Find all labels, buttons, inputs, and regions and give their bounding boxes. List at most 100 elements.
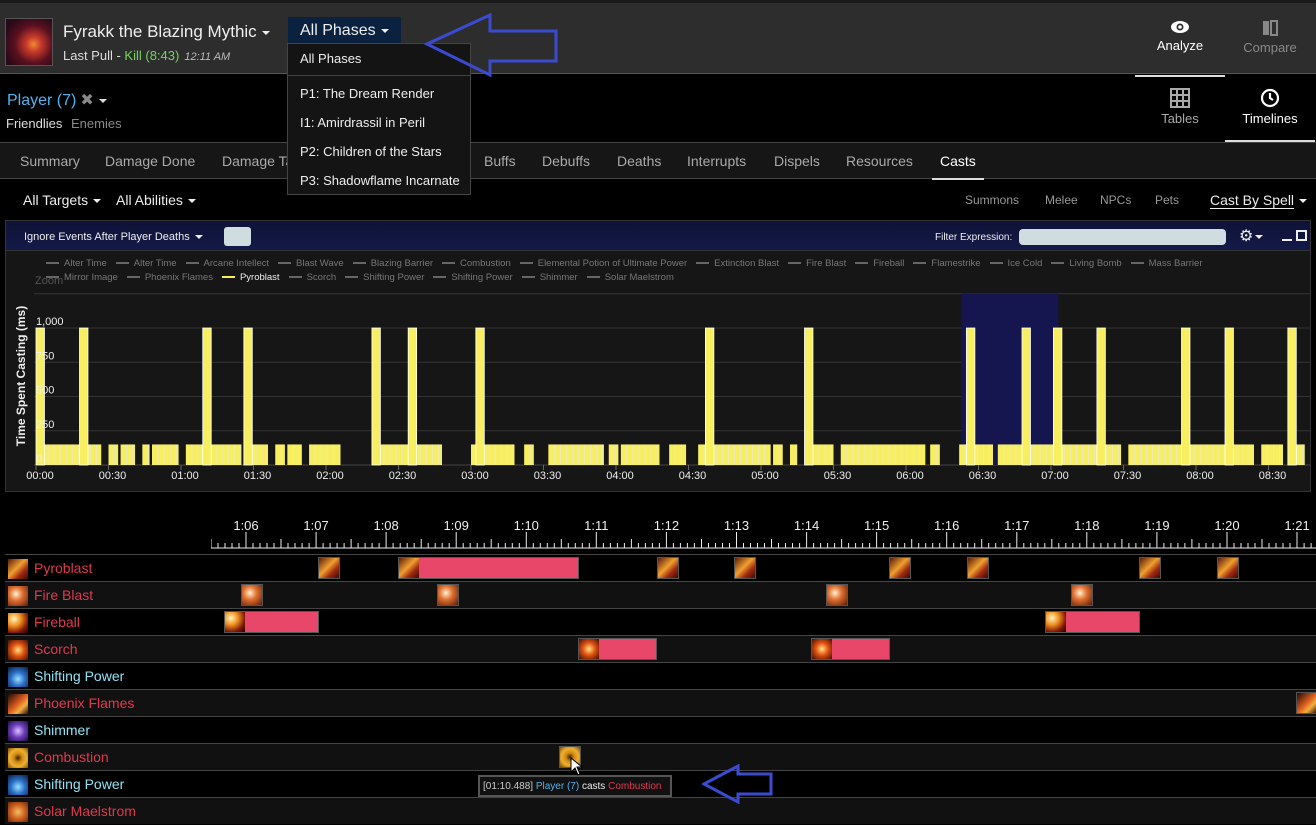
- cast-event[interactable]: [1217, 557, 1240, 579]
- cast-event[interactable]: [733, 557, 756, 579]
- spell-name[interactable]: Phoenix Flames: [34, 695, 134, 711]
- tab-casts[interactable]: Casts: [932, 153, 984, 180]
- legend-item[interactable]: Blast Wave: [278, 257, 344, 271]
- remove-icon[interactable]: ✖: [80, 92, 93, 109]
- legend-item[interactable]: Shimmer: [521, 271, 578, 285]
- tab-debuffs[interactable]: Debuffs: [542, 153, 590, 169]
- cast-event[interactable]: [1070, 584, 1093, 606]
- legend-item[interactable]: Flamestrike: [913, 257, 981, 271]
- phase-option-p3[interactable]: P3: Shadowflame Incarnate: [288, 166, 470, 195]
- view-tables[interactable]: Tables: [1135, 88, 1225, 142]
- phase-selector[interactable]: All Phases: [288, 17, 401, 46]
- tab-buffs[interactable]: Buffs: [484, 153, 516, 169]
- legend-item[interactable]: Extinction Blast: [696, 257, 779, 271]
- cast-by-selector[interactable]: Cast By Spell: [1210, 192, 1308, 209]
- pyroblast-cast-bar[interactable]: [1181, 327, 1191, 466]
- cast-event[interactable]: [1295, 692, 1316, 714]
- cast-event[interactable]: [437, 584, 460, 606]
- summons-toggle[interactable]: Summons: [965, 193, 1019, 207]
- legend-item[interactable]: Alter Time: [115, 257, 177, 271]
- pyroblast-cast-bar[interactable]: [35, 327, 45, 466]
- cast-event[interactable]: [1044, 611, 1141, 633]
- targets-filter[interactable]: All Targets: [23, 192, 102, 208]
- cast-event[interactable]: [578, 638, 658, 660]
- enemies-link[interactable]: Enemies: [71, 116, 122, 131]
- spell-name[interactable]: Fireball: [34, 614, 80, 630]
- pyroblast-cast-bar[interactable]: [1287, 327, 1297, 466]
- boss-selector[interactable]: Fyrakk the Blazing Mythic: [63, 22, 270, 42]
- short-cast-bar[interactable]: [669, 444, 687, 465]
- phase-option-p2[interactable]: P2: Children of the Stars: [288, 137, 470, 166]
- tab-deaths[interactable]: Deaths: [617, 153, 661, 169]
- cast-event[interactable]: [826, 584, 849, 606]
- short-cast-bar[interactable]: [959, 444, 993, 465]
- legend-item[interactable]: Mass Barrier: [1130, 257, 1202, 271]
- short-cast-bar[interactable]: [371, 444, 442, 465]
- spell-name[interactable]: Shimmer: [34, 722, 90, 738]
- tab-interrupts[interactable]: Interrupts: [687, 153, 746, 169]
- filter-expression-input[interactable]: [1019, 229, 1226, 245]
- cast-event[interactable]: [241, 584, 264, 606]
- spell-name[interactable]: Shifting Power: [34, 668, 124, 684]
- pyroblast-cast-bar[interactable]: [705, 327, 715, 466]
- legend-item[interactable]: Fire Blast: [788, 257, 846, 271]
- legend-item[interactable]: Scorch: [288, 271, 336, 285]
- legend-item[interactable]: Combustion: [442, 257, 511, 271]
- legend-item[interactable]: Elemental Potion of Ultimate Power: [519, 257, 687, 271]
- legend-item[interactable]: Blazing Barrier: [352, 257, 433, 271]
- legend-item[interactable]: Alter Time: [46, 257, 107, 271]
- legend-item[interactable]: Living Bomb: [1051, 257, 1122, 271]
- pyroblast-cast-bar[interactable]: [475, 327, 485, 466]
- player-selector[interactable]: Player (7) ✖: [7, 90, 107, 110]
- melee-toggle[interactable]: Melee: [1045, 193, 1078, 207]
- tab-summary[interactable]: Summary: [20, 153, 80, 169]
- legend-item[interactable]: Phoenix Flames: [126, 271, 213, 285]
- legend-item[interactable]: Shifting Power: [433, 271, 513, 285]
- pyroblast-cast-bar[interactable]: [1096, 327, 1106, 466]
- pets-toggle[interactable]: Pets: [1155, 193, 1179, 207]
- short-cast-bar[interactable]: [773, 444, 783, 465]
- abilities-filter[interactable]: All Abilities: [116, 192, 196, 208]
- short-cast-bar[interactable]: [185, 444, 242, 465]
- pyroblast-cast-bar[interactable]: [79, 327, 89, 466]
- tab-damage-done[interactable]: Damage Done: [105, 153, 195, 169]
- spell-name[interactable]: Scorch: [34, 641, 78, 657]
- pyroblast-cast-bar[interactable]: [371, 327, 381, 466]
- short-cast-bar[interactable]: [152, 444, 179, 465]
- spell-name[interactable]: Solar Maelstrom: [34, 803, 136, 819]
- legend-item[interactable]: Mirror Image: [46, 271, 118, 285]
- spell-name[interactable]: Fire Blast: [34, 587, 93, 603]
- spell-name[interactable]: Pyroblast: [34, 560, 92, 576]
- short-cast-bar[interactable]: [309, 444, 341, 465]
- pyroblast-cast-bar[interactable]: [243, 327, 253, 466]
- nav-compare[interactable]: Compare: [1225, 19, 1315, 55]
- settings-menu[interactable]: ⚙: [1239, 226, 1264, 246]
- cast-event[interactable]: [967, 557, 990, 579]
- legend-item[interactable]: Fireball: [855, 257, 904, 271]
- short-cast-bar[interactable]: [275, 444, 285, 465]
- short-cast-bar[interactable]: [108, 444, 119, 465]
- view-timelines[interactable]: Timelines: [1225, 88, 1315, 142]
- short-cast-bar[interactable]: [608, 444, 619, 465]
- pyroblast-cast-bar[interactable]: [407, 327, 418, 466]
- phase-option-p1[interactable]: P1: The Dream Render: [288, 79, 470, 108]
- ignore-deaths-toggle[interactable]: [224, 227, 251, 246]
- cast-event[interactable]: [810, 638, 890, 660]
- friendlies-link[interactable]: Friendlies: [6, 116, 62, 131]
- phase-option-i1[interactable]: I1: Amirdrassil in Peril: [288, 108, 470, 137]
- selection-region[interactable]: [961, 293, 1059, 465]
- maximize-icon[interactable]: [1296, 230, 1307, 241]
- legend-item[interactable]: Pyroblast: [221, 271, 280, 285]
- ignore-deaths-selector[interactable]: Ignore Events After Player Deaths: [24, 231, 203, 243]
- pyroblast-cast-bar[interactable]: [1224, 327, 1234, 466]
- legend-item[interactable]: Solar Maelstrom: [586, 271, 674, 285]
- nav-analyze[interactable]: Analyze: [1135, 19, 1225, 77]
- pyroblast-cast-bar[interactable]: [202, 327, 212, 466]
- tab-dispels[interactable]: Dispels: [774, 153, 820, 169]
- short-cast-bar[interactable]: [1128, 444, 1254, 465]
- cast-event[interactable]: [1138, 557, 1161, 579]
- legend-item[interactable]: Arcane Intellect: [185, 257, 269, 271]
- cast-event[interactable]: [224, 611, 319, 633]
- cast-event[interactable]: [318, 557, 341, 579]
- pyroblast-cast-bar[interactable]: [966, 327, 976, 466]
